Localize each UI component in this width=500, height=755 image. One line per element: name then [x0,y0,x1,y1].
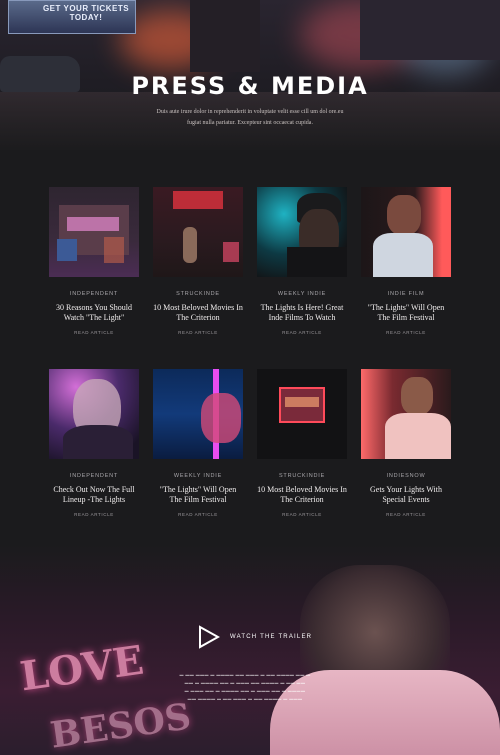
article-category: Independent [69,473,119,479]
article-category: Struckindie [278,473,326,479]
article-category: Struckinde [176,291,220,297]
read-article-link[interactable]: Read Article [49,330,139,335]
article-thumbnail[interactable] [257,369,347,459]
read-article-link[interactable]: Read Article [257,330,347,335]
article-title[interactable]: Gets Your Lights With Special Events [361,485,451,505]
trailer-section: LOVE BESOS ▬ ▬▬ ▬▬▬ ▬ ▬▬▬▬ ▬▬ ▬▬▬ ▬ ▬▬ ▬… [0,545,500,755]
article-card[interactable]: Struckindie 10 Most Beloved Movies In Th… [257,369,347,517]
article-thumbnail[interactable] [49,187,139,277]
read-article-link[interactable]: Read Article [361,330,451,335]
article-card[interactable]: Struckinde 10 Most Beloved Movies In The… [153,187,243,335]
article-title[interactable]: 30 Reasons You Should Watch "The Light" [49,303,139,323]
article-thumbnail[interactable] [257,187,347,277]
article-card[interactable]: Indie Film "The Lights" Will Open The Fi… [361,187,451,335]
hero-banner: GET YOUR TICKETS TODAY! PRESS & MEDIA Du… [0,0,500,150]
article-category: Indiesnow [386,473,426,479]
article-title[interactable]: "The Lights" Will Open The Film Festival [153,485,243,505]
article-card[interactable]: Weekly Indie "The Lights" Will Open The … [153,369,243,517]
neon-sign-besos: BESOS [47,695,194,755]
read-article-link[interactable]: Read Article [153,512,243,517]
article-thumbnail[interactable] [49,369,139,459]
article-category: Weekly Indie [173,473,223,479]
watch-trailer-button[interactable]: Watch The Trailer [198,625,312,649]
article-card[interactable]: Weekly Indie The Lights Is Here! Great I… [257,187,347,335]
hero-building [190,0,260,72]
article-category: Weekly Indie [277,291,327,297]
hero-ticket-sign: GET YOUR TICKETS TODAY! [8,0,136,34]
article-card[interactable]: Independent 30 Reasons You Should Watch … [49,187,139,335]
article-title[interactable]: 10 Most Beloved Movies In The Criterion [257,485,347,505]
hero-building [360,0,500,60]
article-card[interactable]: Independent Check Out Now The Full Lineu… [49,369,139,517]
read-article-link[interactable]: Read Article [49,512,139,517]
article-thumbnail[interactable] [153,369,243,459]
article-thumbnail[interactable] [153,187,243,277]
read-article-link[interactable]: Read Article [153,330,243,335]
page-title: PRESS & MEDIA [131,72,369,100]
article-title[interactable]: 10 Most Beloved Movies In The Criterion [153,303,243,323]
film-credits-block: ▬ ▬▬ ▬▬▬ ▬ ▬▬▬▬ ▬▬ ▬▬▬ ▬ ▬▬ ▬▬▬▬ ▬▬ ▬ ▬▬… [179,672,311,701]
article-title[interactable]: The Lights Is Here! Great Inde Films To … [257,303,347,323]
article-title[interactable]: "The Lights" Will Open The Film Festival [361,303,451,323]
page-subtitle: Duis aute irure dolor in reprehenderit i… [156,109,344,126]
article-card[interactable]: Indiesnow Gets Your Lights With Special … [361,369,451,517]
read-article-link[interactable]: Read Article [361,512,451,517]
article-thumbnail[interactable] [361,187,451,277]
article-category: Indie Film [387,291,425,297]
article-title[interactable]: Check Out Now The Full Lineup -The Light… [49,485,139,505]
read-article-link[interactable]: Read Article [257,512,347,517]
watch-trailer-label[interactable]: Watch The Trailer [230,634,312,640]
article-category: Independent [69,291,119,297]
play-icon[interactable] [198,625,220,649]
article-thumbnail[interactable] [361,369,451,459]
